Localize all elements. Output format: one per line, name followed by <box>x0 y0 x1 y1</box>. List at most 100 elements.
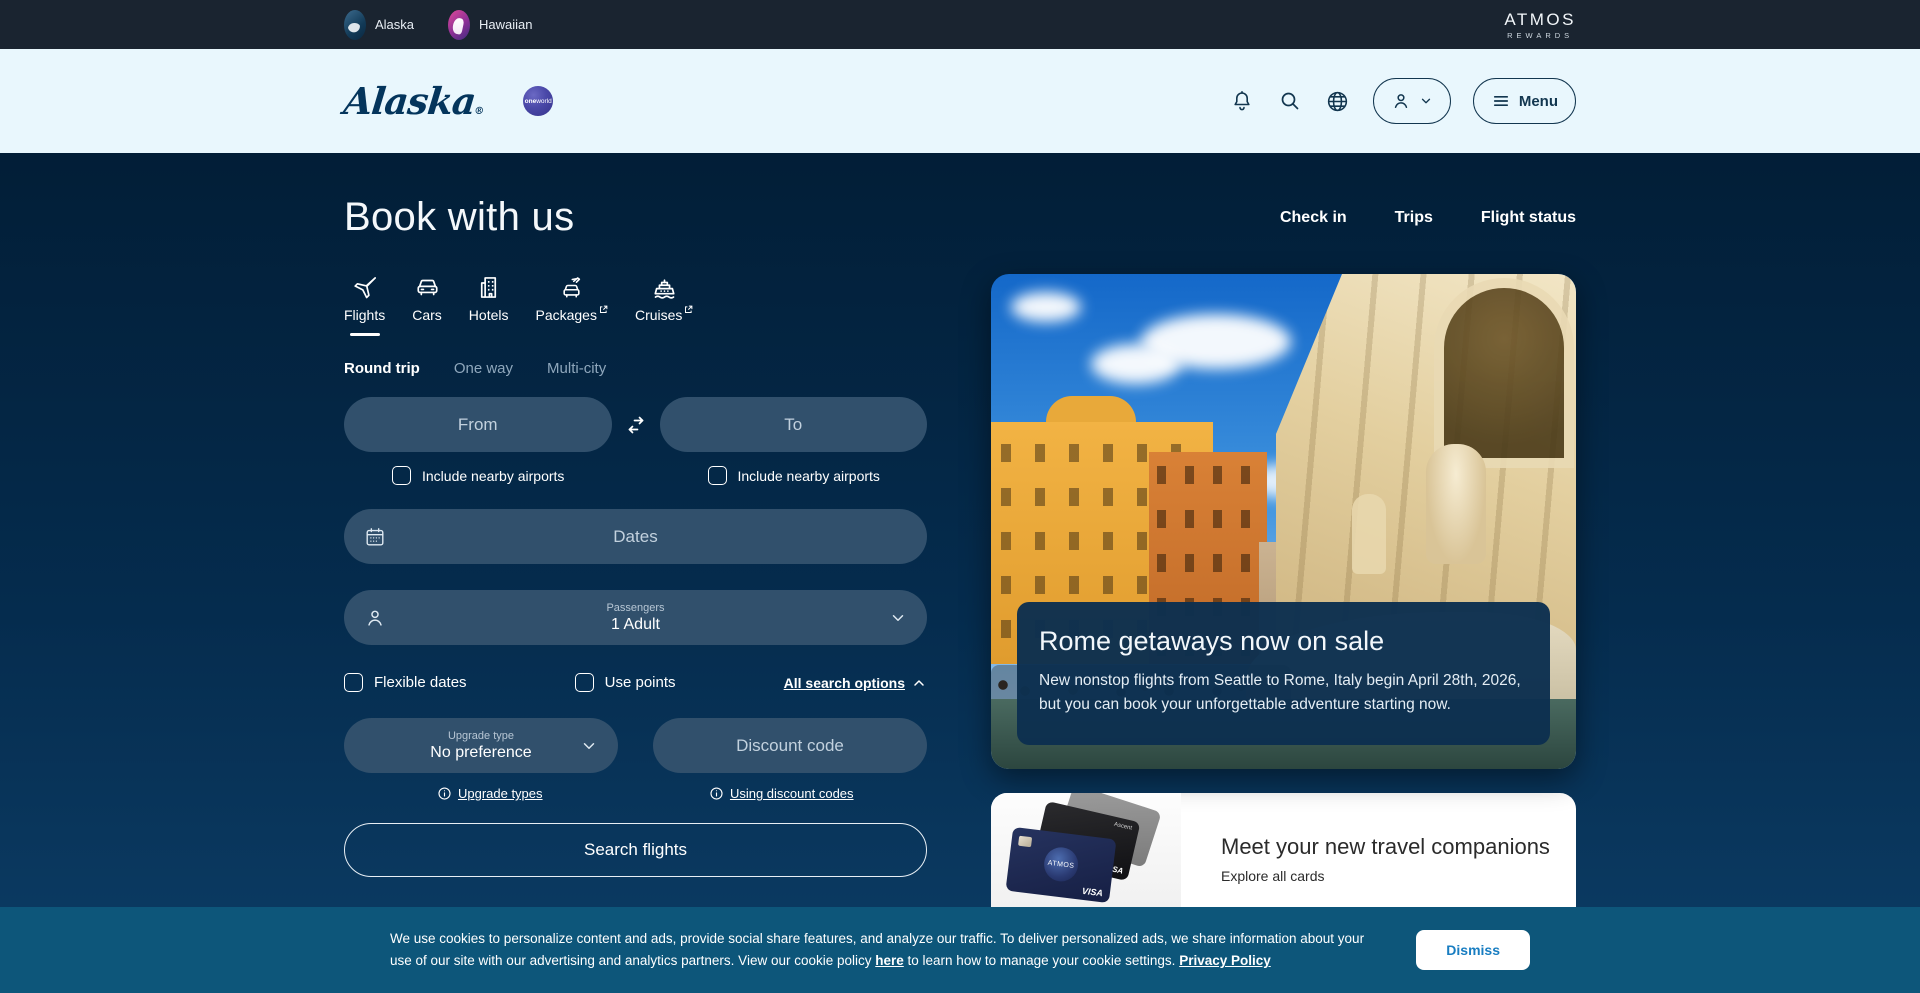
oneworld-logo[interactable]: oneworld <box>523 86 553 116</box>
atmos-rewards-text: REWARDS <box>1504 31 1576 40</box>
to-nearby-airports-checkbox[interactable] <box>708 466 727 485</box>
cookie-consent-banner: We use cookies to personalize content an… <box>0 907 1920 993</box>
chevron-down-icon <box>889 609 907 627</box>
credit-cards-promo-title: Meet your new travel companions <box>1221 834 1550 860</box>
visa-label: VISA <box>1081 886 1103 898</box>
card-name-label: Ascent <box>1113 822 1132 832</box>
credit-cards-image: Ascent VISA ATMOS VISA <box>991 793 1181 925</box>
flexible-dates-label: Flexible dates <box>374 674 467 691</box>
chevron-down-icon <box>1419 94 1433 108</box>
search-flights-button[interactable]: Search flights <box>344 823 927 877</box>
upgrade-type-label: Upgrade type <box>448 730 514 742</box>
to-nearby-airports-label: Include nearby airports <box>738 468 880 484</box>
upgrade-type-value: No preference <box>430 744 531 762</box>
booking-form: Flights Cars <box>344 274 927 925</box>
main-menu-button[interactable]: Menu <box>1473 78 1576 124</box>
brand-tab-alaska[interactable]: Alaska <box>344 10 414 40</box>
rome-promo-description: New nonstop flights from Seattle to Rome… <box>1039 669 1528 717</box>
tab-hotels[interactable]: Hotels <box>469 274 509 323</box>
cookie-consent-text: We use cookies to personalize content an… <box>390 928 1370 972</box>
swap-airports-button[interactable] <box>612 413 660 437</box>
use-points-checkbox[interactable] <box>575 673 594 692</box>
from-nearby-airports-label: Include nearby airports <box>422 468 564 484</box>
using-discount-codes-link[interactable]: Using discount codes <box>636 786 928 801</box>
registered-mark: ® <box>474 106 485 117</box>
language-button[interactable] <box>1325 88 1351 114</box>
tab-packages[interactable]: Packages <box>535 274 607 323</box>
cookie-text-part2: to learn how to manage your cookie setti… <box>904 953 1179 968</box>
notifications-bell-button[interactable] <box>1229 88 1255 114</box>
dates-field[interactable]: Dates <box>344 509 927 564</box>
alaska-eskimo-logo-icon <box>344 10 366 40</box>
passengers-label: Passengers <box>606 602 664 614</box>
atmos-rewards-logo[interactable]: ATMOS REWARDS <box>1504 10 1576 40</box>
info-icon <box>709 786 724 801</box>
brand-switcher-bar: Alaska Hawaiian ATMOS REWARDS <box>0 0 1920 49</box>
car-icon <box>414 274 441 301</box>
discount-codes-link-label: Using discount codes <box>730 786 854 801</box>
packages-icon <box>558 274 585 301</box>
privacy-policy-link[interactable]: Privacy Policy <box>1179 953 1271 968</box>
credit-cards-promo-card[interactable]: Ascent VISA ATMOS VISA Meet your new tra… <box>991 793 1576 925</box>
upgrade-type-dropdown[interactable]: Upgrade type No preference <box>344 718 618 773</box>
trip-type-one-way[interactable]: One way <box>454 360 513 377</box>
trip-type-round-trip[interactable]: Round trip <box>344 360 420 377</box>
person-icon <box>1391 91 1411 111</box>
alaska-airlines-logo[interactable]: Alaska® <box>342 79 488 123</box>
all-search-options-toggle[interactable]: All search options <box>784 675 927 691</box>
discount-code-input[interactable] <box>653 718 927 773</box>
bell-icon <box>1230 89 1254 113</box>
search-button[interactable] <box>1277 88 1303 114</box>
active-tab-indicator <box>350 333 380 336</box>
hamburger-icon <box>1491 91 1511 111</box>
external-link-icon <box>599 305 608 314</box>
dates-placeholder: Dates <box>613 527 657 547</box>
oneworld-text-bold: one <box>525 98 537 105</box>
from-airport-input[interactable] <box>344 397 612 452</box>
trips-link[interactable]: Trips <box>1395 209 1433 227</box>
person-icon <box>364 607 386 629</box>
flight-status-link[interactable]: Flight status <box>1481 209 1576 227</box>
atmos-logo-text: ATMOS <box>1504 10 1576 30</box>
flexible-dates-checkbox[interactable] <box>344 673 363 692</box>
credit-card-navy: ATMOS VISA <box>1005 827 1116 903</box>
brand-tab-hawaiian[interactable]: Hawaiian <box>448 10 532 40</box>
tab-label: Cars <box>412 307 442 323</box>
cookie-policy-here-link[interactable]: here <box>875 953 904 968</box>
account-menu-button[interactable] <box>1373 78 1451 124</box>
tab-label: Packages <box>535 307 607 323</box>
page-title: Book with us <box>344 195 574 240</box>
explore-all-cards-link[interactable]: Explore all cards <box>1221 868 1550 884</box>
brand-tab-label: Hawaiian <box>479 17 532 32</box>
from-nearby-airports-checkbox[interactable] <box>392 466 411 485</box>
use-points-label: Use points <box>605 674 676 691</box>
menu-label: Menu <box>1519 93 1558 110</box>
tab-flights[interactable]: Flights <box>344 274 385 336</box>
booking-hero-section: Book with us Check in Trips Flight statu… <box>0 153 1920 993</box>
trip-type-multi-city[interactable]: Multi-city <box>547 360 606 377</box>
chevron-up-icon <box>911 675 927 691</box>
atmos-card-brand: ATMOS <box>1042 845 1080 883</box>
brand-tab-label: Alaska <box>375 17 414 32</box>
tab-label: Cruises <box>635 307 693 323</box>
globe-icon <box>1325 89 1350 114</box>
alaska-logo-text: Alaska <box>342 79 478 123</box>
check-in-link[interactable]: Check in <box>1280 209 1347 227</box>
oneworld-text-light: world <box>536 98 552 105</box>
hawaiian-pualani-logo-icon <box>448 10 470 40</box>
hotel-icon <box>475 274 502 301</box>
site-header: Alaska® oneworld <box>0 49 1920 153</box>
dismiss-button[interactable]: Dismiss <box>1416 930 1530 970</box>
passengers-field[interactable]: Passengers 1 Adult <box>344 590 927 645</box>
upgrade-types-link[interactable]: Upgrade types <box>344 786 636 801</box>
to-airport-input[interactable] <box>660 397 928 452</box>
airplane-icon <box>351 274 378 301</box>
tab-cruises[interactable]: Cruises <box>635 274 693 323</box>
rome-promo-card[interactable]: Rome getaways now on sale New nonstop fl… <box>991 274 1576 769</box>
cruise-ship-icon <box>651 274 678 301</box>
all-search-options-label: All search options <box>784 675 905 691</box>
external-link-icon <box>684 305 693 314</box>
chevron-down-icon <box>580 737 598 755</box>
tab-cars[interactable]: Cars <box>412 274 442 323</box>
swap-arrows-icon <box>624 413 648 437</box>
